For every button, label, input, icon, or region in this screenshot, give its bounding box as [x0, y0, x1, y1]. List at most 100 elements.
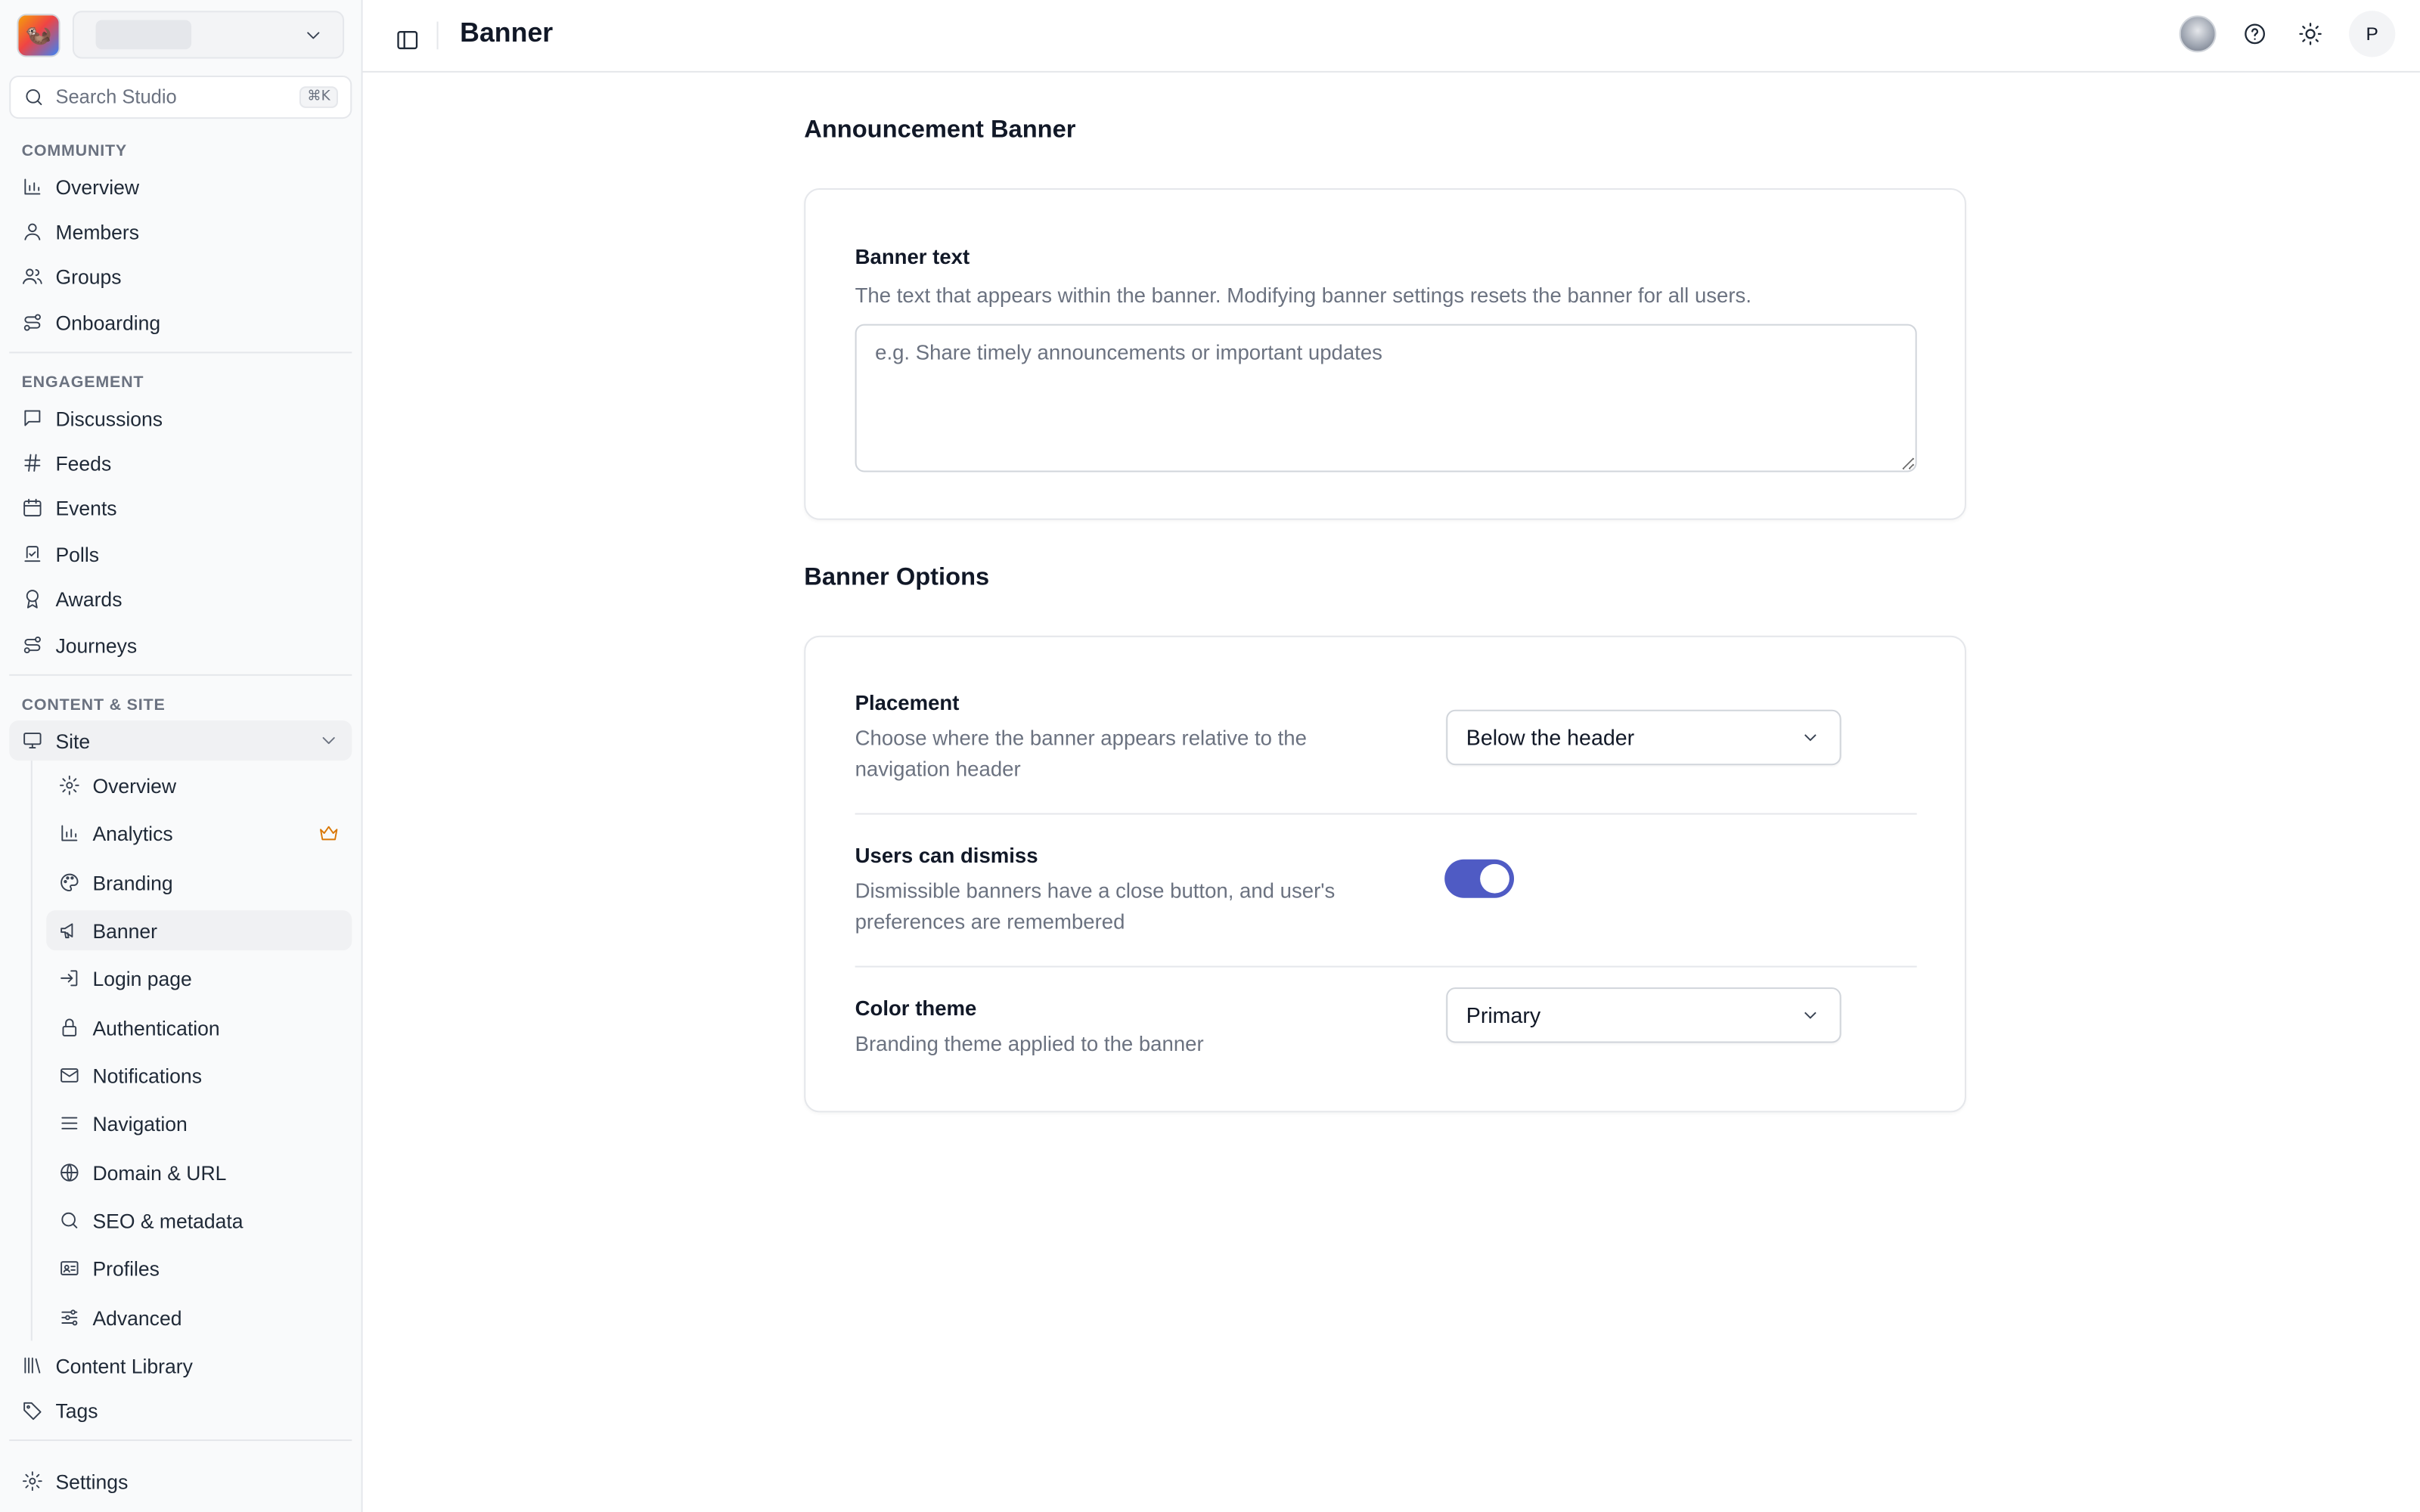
- sidebar-subitem-advanced[interactable]: Advanced: [46, 1297, 352, 1337]
- calendar-icon: [22, 497, 44, 519]
- sidebar-subitem-overview[interactable]: Overview: [46, 765, 352, 805]
- sidebar-subitem-profiles[interactable]: Profiles: [46, 1248, 352, 1288]
- sidebar-item-awards[interactable]: Awards: [9, 578, 352, 618]
- sidebar-item-site[interactable]: Site: [9, 720, 352, 761]
- sidebar-divider: [9, 674, 352, 676]
- search-input[interactable]: Search Studio ⌘K: [9, 75, 352, 119]
- color-theme-select-value: Primary: [1466, 1002, 1541, 1028]
- color-theme-description: Branding theme applied to the banner: [855, 1032, 1204, 1055]
- dismiss-toggle[interactable]: [1444, 859, 1515, 898]
- sidebar-item-label: Authentication: [92, 1015, 220, 1040]
- sun-icon: [2299, 23, 2322, 45]
- panel-left-icon: [397, 31, 418, 50]
- sidebar-toggle-button[interactable]: [390, 23, 424, 57]
- chevron-down-icon: [302, 24, 324, 46]
- sidebar-item-label: Members: [55, 219, 140, 243]
- sidebar-item-overview[interactable]: Overview: [9, 166, 352, 206]
- log-in-icon: [59, 968, 81, 990]
- placement-select[interactable]: Below the header: [1446, 709, 1841, 766]
- options-heading: Banner Options: [804, 564, 990, 591]
- user-avatar[interactable]: P: [2349, 11, 2396, 57]
- route-icon: [22, 311, 44, 333]
- sidebar-item-journeys[interactable]: Journeys: [9, 625, 352, 665]
- sidebar-item-polls[interactable]: Polls: [9, 534, 352, 574]
- sidebar-item-label: Tags: [55, 1398, 98, 1422]
- theme-toggle-button[interactable]: [2294, 17, 2328, 51]
- id-card-icon: [59, 1257, 81, 1279]
- sidebar-subitem-authentication[interactable]: Authentication: [46, 1008, 352, 1048]
- poll-icon: [22, 543, 44, 565]
- options-divider: [855, 965, 1917, 968]
- mail-icon: [59, 1064, 81, 1086]
- sidebar-item-label: Notifications: [92, 1064, 202, 1087]
- section-community: COMMUNITY: [21, 141, 128, 161]
- sidebar-item-label: Advanced: [92, 1306, 182, 1330]
- chevron-down-icon: [318, 730, 340, 751]
- sidebar-item-label: Settings: [55, 1469, 129, 1493]
- sidebar-subitem-notifications[interactable]: Notifications: [46, 1055, 352, 1095]
- banner-options-card: Placement Choose where the banner appear…: [804, 635, 1966, 1113]
- chevron-down-icon: [1804, 1012, 1817, 1019]
- sidebar-item-members[interactable]: Members: [9, 212, 352, 252]
- sidebar-item-events[interactable]: Events: [9, 488, 352, 528]
- sidebar-subitem-login-page[interactable]: Login page: [46, 958, 352, 998]
- topbar: Banner P: [362, 0, 2420, 73]
- sidebar-item-groups[interactable]: Groups: [9, 256, 352, 296]
- sidebar-item-discussions[interactable]: Discussions: [9, 398, 352, 438]
- community-logo[interactable]: 🦦: [17, 13, 60, 57]
- sidebar-subitem-domain[interactable]: Domain & URL: [46, 1152, 352, 1192]
- sidebar-divider: [9, 1439, 352, 1442]
- placement-description: Choose where the banner appears relative…: [855, 727, 1307, 781]
- banner-text-input[interactable]: [855, 324, 1917, 472]
- help-circle-icon: [2245, 23, 2266, 45]
- color-theme-select[interactable]: Primary: [1446, 987, 1841, 1043]
- chevron-down-icon: [1804, 734, 1817, 742]
- palette-icon: [59, 872, 81, 894]
- sidebar-subitem-branding[interactable]: Branding: [46, 863, 352, 903]
- sidebar-subitem-banner[interactable]: Banner: [46, 910, 352, 951]
- main-content: Banner P Announcement Banner Banner text…: [362, 0, 2420, 1512]
- gear-icon: [22, 1470, 44, 1492]
- sidebar-item-feeds[interactable]: Feeds: [9, 443, 352, 483]
- options-divider: [855, 813, 1917, 815]
- library-icon: [22, 1355, 44, 1377]
- color-theme-row: Color theme Branding theme applied to th…: [855, 987, 1917, 1060]
- dismiss-label: Users can dismiss: [855, 844, 1038, 867]
- sidebar-item-label: Banner: [92, 919, 158, 942]
- sidebar-item-label: Discussions: [55, 406, 163, 430]
- sidebar-item-label: Onboarding: [55, 311, 161, 334]
- announcement-heading: Announcement Banner: [804, 117, 1076, 144]
- users-icon: [22, 265, 44, 287]
- search-placeholder: Search Studio: [55, 86, 177, 108]
- user-icon: [22, 221, 44, 243]
- sidebar: 🦦 Search Studio ⌘K COMMUNITY Overview Me…: [0, 0, 363, 1512]
- message-square-icon: [22, 407, 44, 429]
- sidebar-item-label: Analytics: [92, 821, 173, 845]
- crown-icon: [318, 823, 340, 844]
- sidebar-item-content-library[interactable]: Content Library: [9, 1346, 352, 1386]
- search-icon: [59, 1210, 81, 1232]
- globe-icon: [59, 1162, 81, 1184]
- sidebar-subitem-seo[interactable]: SEO & metadata: [46, 1201, 352, 1241]
- topbar-actions: P: [2179, 11, 2396, 57]
- sidebar-item-tags[interactable]: Tags: [9, 1390, 352, 1430]
- sidebar-item-label: SEO & metadata: [92, 1208, 244, 1232]
- mascot-avatar[interactable]: [2179, 15, 2217, 53]
- help-button[interactable]: [2238, 17, 2272, 51]
- workspace-switcher[interactable]: [72, 11, 345, 59]
- sidebar-item-label: Navigation: [92, 1111, 188, 1136]
- sidebar-item-label: Polls: [55, 542, 99, 565]
- banner-text-card: Banner text The text that appears within…: [804, 187, 1966, 520]
- sidebar-item-label: Site: [55, 729, 91, 752]
- sidebar-item-onboarding[interactable]: Onboarding: [9, 302, 352, 342]
- sidebar-subitem-navigation[interactable]: Navigation: [46, 1103, 352, 1143]
- banner-text-description: The text that appears within the banner.…: [855, 284, 1751, 308]
- route-icon: [22, 634, 44, 656]
- sidebar-item-label: Profiles: [92, 1256, 160, 1280]
- gear-icon: [59, 774, 81, 796]
- sidebar-subitem-analytics[interactable]: Analytics: [46, 813, 352, 854]
- placement-select-value: Below the header: [1466, 725, 1635, 750]
- megaphone-icon: [59, 919, 81, 941]
- sidebar-item-settings[interactable]: Settings: [9, 1461, 352, 1501]
- search-icon: [23, 86, 45, 108]
